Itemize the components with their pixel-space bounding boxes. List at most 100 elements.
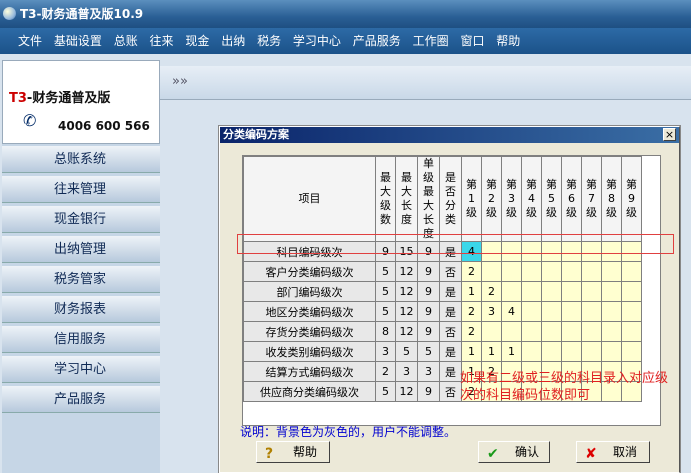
header-level-1: 第1级	[461, 156, 482, 242]
menu-cashier[interactable]: 出纳	[221, 34, 245, 48]
menu-help[interactable]: 帮助	[496, 34, 520, 48]
table-row[interactable]: 存货分类编码级次 8 12 9 否 2	[243, 321, 642, 342]
level-6-cell[interactable]	[561, 301, 582, 322]
header-max-levels: 最大级数	[375, 156, 396, 242]
nav-learning[interactable]: 学习中心	[2, 356, 160, 383]
menu-workcircle[interactable]: 工作圈	[413, 34, 449, 48]
header-item: 项目	[243, 156, 376, 242]
level-4-cell[interactable]	[521, 261, 542, 282]
row-label: 客户分类编码级次	[243, 261, 376, 282]
level-8-cell[interactable]	[601, 301, 622, 322]
level-5-cell[interactable]	[541, 321, 562, 342]
header-max-length: 最大长度	[395, 156, 418, 242]
level-3-cell[interactable]: 1	[501, 341, 522, 362]
level-1-cell[interactable]: 2	[461, 261, 482, 282]
coding-table: 项目 最大级数 最大长度 单级最大长度 是否分类 第1级 第2级 第3级 第4级…	[243, 156, 642, 402]
level-7-cell[interactable]	[581, 261, 602, 282]
nav-credit[interactable]: 信用服务	[2, 326, 160, 353]
level-2-cell[interactable]	[481, 261, 502, 282]
level-4-cell[interactable]	[521, 321, 542, 342]
level-3-cell[interactable]	[501, 281, 522, 302]
header-level-3: 第3级	[501, 156, 522, 242]
nav-ledger-system[interactable]: 总账系统	[2, 146, 160, 173]
ok-button[interactable]: ✔ 确认	[478, 441, 550, 463]
max-length-cell: 5	[395, 341, 418, 362]
cancel-button[interactable]: ✘ 取消	[576, 441, 650, 463]
nav-tax[interactable]: 税务管家	[2, 266, 160, 293]
menu-products[interactable]: 产品服务	[353, 34, 401, 48]
nav-cash-bank[interactable]: 现金银行	[2, 206, 160, 233]
menu-learning[interactable]: 学习中心	[293, 34, 341, 48]
row-label: 部门编码级次	[243, 281, 376, 302]
level-8-cell[interactable]	[601, 281, 622, 302]
level-1-cell[interactable]: 1	[461, 341, 482, 362]
level-9-cell[interactable]	[621, 281, 642, 302]
level-3-cell[interactable]: 4	[501, 301, 522, 322]
level-8-cell[interactable]	[601, 321, 622, 342]
level-2-cell[interactable]	[481, 321, 502, 342]
menu-window[interactable]: 窗口	[460, 34, 484, 48]
nav-receivables[interactable]: 往来管理	[2, 176, 160, 203]
header-level-8: 第8级	[601, 156, 622, 242]
nav-products[interactable]: 产品服务	[2, 386, 160, 413]
level-9-cell[interactable]	[621, 261, 642, 282]
level-9-cell[interactable]	[621, 301, 642, 322]
level-4-cell[interactable]	[521, 301, 542, 322]
phone-icon: ✆	[23, 111, 37, 130]
app-icon	[3, 7, 16, 20]
level-6-cell[interactable]	[561, 321, 582, 342]
level-5-cell[interactable]	[541, 281, 562, 302]
max-levels-cell: 3	[375, 341, 396, 362]
table-row[interactable]: 收发类别编码级次 3 5 5 是 1 1 1	[243, 341, 642, 362]
expand-arrows-icon[interactable]: »»	[172, 74, 188, 89]
level-1-cell[interactable]: 1	[461, 281, 482, 302]
level-3-cell[interactable]	[501, 321, 522, 342]
level-6-cell[interactable]	[561, 341, 582, 362]
level-7-cell[interactable]	[581, 281, 602, 302]
level-2-cell[interactable]: 1	[481, 341, 502, 362]
is-class-cell: 否	[439, 321, 462, 342]
menu-cash[interactable]: 现金	[185, 34, 209, 48]
level-6-cell[interactable]	[561, 261, 582, 282]
table-row[interactable]: 部门编码级次 5 12 9 是 1 2	[243, 281, 642, 302]
description-text: 说明：背景色为灰色的，用户不能调整。	[240, 425, 457, 439]
close-icon[interactable]: ×	[663, 128, 676, 141]
level-7-cell[interactable]	[581, 341, 602, 362]
level-8-cell[interactable]	[601, 261, 622, 282]
header-level-9: 第9级	[621, 156, 642, 242]
level-2-cell[interactable]: 2	[481, 281, 502, 302]
level-1-cell[interactable]: 2	[461, 321, 482, 342]
level-2-cell[interactable]: 3	[481, 301, 502, 322]
header-level-4: 第4级	[521, 156, 542, 242]
level-3-cell[interactable]	[501, 261, 522, 282]
menu-basic-settings[interactable]: 基础设置	[54, 34, 102, 48]
nav-reports[interactable]: 财务报表	[2, 296, 160, 323]
level-4-cell[interactable]	[521, 341, 542, 362]
menu-accounts[interactable]: 往来	[150, 34, 174, 48]
max-single-cell: 5	[417, 341, 440, 362]
level-4-cell[interactable]	[521, 281, 542, 302]
table-row[interactable]: 地区分类编码级次 5 12 9 是 2 3 4	[243, 301, 642, 322]
highlight-box	[237, 234, 674, 254]
row-label: 收发类别编码级次	[243, 341, 376, 362]
level-5-cell[interactable]	[541, 301, 562, 322]
help-button[interactable]: ? 帮助	[256, 441, 330, 463]
nav-cashier[interactable]: 出纳管理	[2, 236, 160, 263]
menu-file[interactable]: 文件	[18, 34, 42, 48]
header-level-7: 第7级	[581, 156, 602, 242]
toolstrip: »»	[160, 66, 691, 100]
level-5-cell[interactable]	[541, 261, 562, 282]
level-7-cell[interactable]	[581, 321, 602, 342]
level-1-cell[interactable]: 2	[461, 301, 482, 322]
max-length-cell: 12	[395, 321, 418, 342]
level-6-cell[interactable]	[561, 281, 582, 302]
level-8-cell[interactable]	[601, 341, 622, 362]
level-7-cell[interactable]	[581, 301, 602, 322]
menu-tax[interactable]: 税务	[257, 34, 281, 48]
level-9-cell[interactable]	[621, 321, 642, 342]
level-5-cell[interactable]	[541, 341, 562, 362]
menu-ledger[interactable]: 总账	[114, 34, 138, 48]
level-9-cell[interactable]	[621, 341, 642, 362]
sidebar: T3-财务通普及版 ✆ 4006 600 566 总账系统 往来管理 现金银行 …	[2, 60, 160, 473]
table-row[interactable]: 客户分类编码级次 5 12 9 否 2	[243, 261, 642, 282]
